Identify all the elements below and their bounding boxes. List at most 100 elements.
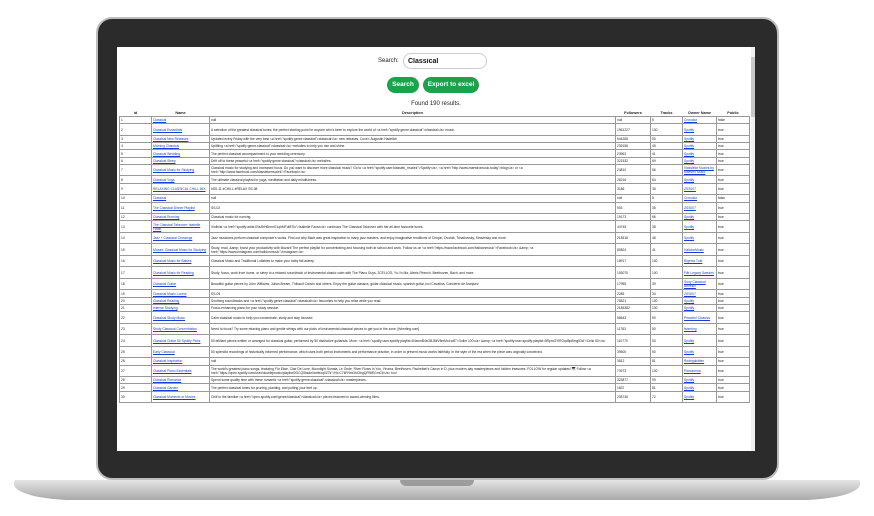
cell-name[interactable]: Classical Guitar 50 Spotify Picks — [151, 334, 210, 347]
cell-owner[interactable]: Spotify — [682, 376, 717, 385]
cell-name[interactable]: Early Classical — [151, 345, 210, 359]
cell-name[interactable]: Classical Romance — [151, 376, 210, 385]
cell-id: 21 — [119, 303, 152, 313]
cell-name[interactable]: Classical Running — [151, 213, 210, 222]
cell-owner[interactable]: Sony Classical Benelux — [682, 277, 717, 291]
cell-name[interactable]: Classical — [151, 194, 210, 203]
header-followers[interactable]: Followers — [616, 109, 651, 117]
scrollbar-thumb[interactable] — [751, 57, 755, 117]
cell-owner[interactable]: Crovoidz — [682, 115, 717, 125]
cell-owner[interactable]: fsbnrting — [682, 322, 717, 336]
cell-tracks: 41 — [650, 243, 683, 256]
cell-name[interactable]: The Classical Takeover: Isabelle Faust — [151, 220, 210, 233]
cell-public: true — [716, 357, 750, 366]
cell-name[interactable]: Classical Essentials — [151, 123, 210, 136]
cell-name[interactable]: Intense Studying — [151, 303, 210, 313]
cell-owner[interactable]: Spotify — [682, 220, 717, 233]
cell-owner[interactable]: ZSS007 — [682, 201, 717, 215]
cell-name[interactable]: Classical Sleep — [151, 156, 210, 166]
cell-public: true — [716, 254, 750, 268]
cell-name[interactable]: Classical Garden — [151, 383, 210, 392]
cell-name[interactable]: Study Classical Concentration — [151, 322, 210, 336]
cell-name[interactable]: Classical Music for Babies — [151, 254, 210, 268]
cell-name[interactable]: Classical Music for Reading — [151, 266, 210, 279]
cell-owner[interactable]: Spotify — [682, 213, 717, 222]
cell-followers: 153070 — [615, 266, 651, 279]
cell-owner[interactable]: Peaceful Classics — [682, 311, 717, 324]
header-id[interactable]: id — [120, 109, 152, 117]
cell-name[interactable]: Classical Wedding — [151, 149, 210, 158]
cell-owner[interactable]: HalidonMusic — [682, 243, 717, 256]
cell-id: 5 — [119, 149, 152, 158]
table-row: 13 The Classical Takeover: Isabelle Faust… — [119, 220, 750, 233]
cell-description: SS-02 — [209, 201, 616, 215]
cell-owner[interactable]: Rodrigoklitten — [682, 357, 717, 366]
export-button[interactable]: Export to excel — [423, 77, 479, 93]
cell-owner[interactable]: Spotify — [682, 334, 717, 347]
cell-tracks: 99 — [650, 376, 683, 385]
cell-public: true — [716, 231, 750, 245]
cell-followers: 239156 — [615, 142, 651, 151]
cell-owner[interactable]: Pianonema — [682, 364, 717, 378]
cell-name[interactable]: Classical Piano Essentials — [151, 364, 210, 378]
cell-followers: 70973 — [615, 364, 651, 378]
cell-followers: 323877 — [615, 376, 651, 385]
cell-owner[interactable]: Spotify — [682, 345, 717, 359]
header-name[interactable]: Name — [152, 109, 210, 117]
cell-name[interactable]: Classical — [151, 115, 210, 125]
cell-owner[interactable]: Spotify — [682, 303, 717, 313]
header-owner-name[interactable]: Owner Name — [683, 109, 717, 117]
cell-owner[interactable]: Spotify — [682, 390, 717, 404]
cell-name[interactable]: Jazz + Classical Crossings — [151, 231, 210, 245]
cell-name[interactable]: Morning Classical — [151, 142, 210, 151]
cell-description: Classical music for studying and increas… — [209, 164, 616, 177]
cell-owner[interactable]: Filtr Legacy Sweden — [682, 266, 717, 279]
cell-followers: 44745 — [615, 220, 651, 233]
cell-description: Jazz musicians perform classical compose… — [209, 231, 616, 245]
table-row: 28 Classical Romance Spend some quality ti… — [119, 376, 750, 385]
cell-owner[interactable]: Spotify — [682, 175, 717, 184]
cell-name[interactable]: The Classical Dinner Playlist — [151, 201, 210, 215]
table-row: 29 Classical Garden The perfect classical … — [119, 383, 750, 392]
cell-name[interactable]: Mozart: Classical Music for Studying — [151, 243, 210, 256]
cell-name[interactable]: Classical Yoga — [151, 175, 210, 184]
cell-owner[interactable]: Spotify — [682, 149, 717, 158]
cell-owner[interactable]: Spotify — [682, 296, 717, 305]
cell-public: true — [716, 303, 750, 313]
table-row: 12 Classical Running Classical music for r… — [119, 213, 750, 222]
scrollbar[interactable] — [751, 47, 755, 451]
cell-owner[interactable]: Spotify — [682, 231, 717, 245]
cell-owner[interactable]: Spotify — [682, 383, 717, 392]
cell-owner[interactable]: Spotify — [682, 142, 717, 151]
table-row: 30 Classical Moments in Movies Chill to th… — [119, 390, 750, 404]
cell-id: 27 — [119, 364, 152, 378]
header-public[interactable]: Public — [717, 109, 750, 117]
cell-owner[interactable]: ZSS007 — [682, 182, 717, 196]
cell-id: 1 — [119, 115, 152, 125]
cell-description: Focus-enhancing piano for your study ses… — [209, 303, 616, 313]
header-tracks[interactable]: Tracks — [651, 109, 683, 117]
cell-owner[interactable]: Klassieke Muziek by Maestro Music — [682, 164, 717, 177]
cell-owner[interactable]: Spotify — [682, 123, 717, 136]
cell-name[interactable]: Classical Inspiration — [151, 357, 210, 366]
search-button[interactable]: Search — [387, 77, 419, 93]
header-description[interactable]: Description — [210, 109, 616, 117]
search-input[interactable] — [403, 53, 487, 69]
cell-name[interactable]: Classical Reading — [151, 296, 210, 305]
cell-owner[interactable]: Spotify — [682, 134, 717, 144]
cell-public: true — [716, 142, 750, 151]
cell-owner[interactable]: Spotify — [682, 156, 717, 166]
cell-name[interactable]: Classical Music for Studying — [151, 164, 210, 177]
cell-name[interactable]: Classical Guitar — [151, 277, 210, 291]
cell-name[interactable]: Classical Moments in Movies — [151, 390, 210, 404]
cell-owner[interactable]: Rigenio Tutti — [682, 254, 717, 268]
cell-name[interactable]: RELAXING CLASSICAL CHILL MIX — [151, 182, 210, 196]
cell-owner[interactable]: ZSS007 — [682, 289, 717, 298]
cell-followers: null — [615, 194, 651, 203]
cell-description: A selection of the greatest classical tu… — [209, 123, 616, 136]
cell-owner[interactable]: Crovoidz — [682, 194, 717, 203]
cell-name[interactable]: Classical Music Lovers — [151, 289, 210, 298]
cell-description: Study, focus, work from home, or sleep t… — [209, 266, 616, 279]
cell-name[interactable]: Classical New Releases — [151, 134, 210, 144]
cell-name[interactable]: Classical Study Music — [151, 311, 210, 324]
